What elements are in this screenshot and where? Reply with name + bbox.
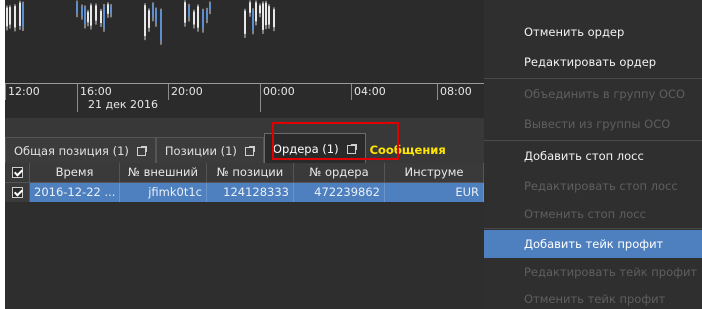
menu-item-edit-stop-loss[interactable]: Редактировать стоп лосс — [484, 172, 702, 200]
date-divider — [77, 98, 78, 112]
app-window: 12:00 16:00 20:00 00:00 04:00 08:00 21 д… — [0, 0, 702, 309]
menu-separator — [484, 228, 702, 229]
candle-body — [81, 6, 83, 16]
candle-body — [197, 6, 199, 28]
tab-positions[interactable]: Позиции (1) — [155, 137, 264, 163]
candle-body — [273, 9, 275, 28]
tab-label: Позиции (1) — [164, 143, 237, 158]
candle-body — [202, 10, 204, 29]
candle-body — [95, 5, 97, 21]
candle-body — [19, 2, 21, 26]
candle-body — [249, 2, 251, 13]
menu-item-cancel-take-profit[interactable]: Отменить тейк профит — [484, 285, 702, 309]
time-tick: 08:00 — [437, 84, 472, 100]
row-checkbox[interactable] — [11, 187, 23, 198]
popout-icon[interactable] — [136, 145, 147, 156]
candle-body — [22, 3, 24, 28]
cell-external-id[interactable]: jfimk0t1c — [120, 183, 207, 202]
candle-body — [244, 10, 246, 34]
candle-body — [184, 2, 186, 23]
candle-body — [152, 4, 154, 18]
menu-item-edit-order[interactable]: Редактировать ордер — [484, 48, 702, 76]
candle-body — [84, 7, 86, 25]
candle-body — [90, 5, 92, 26]
tab-label: Общая позиция (1) — [14, 143, 129, 158]
candle-body — [262, 3, 264, 30]
candle-body — [6, 7, 8, 27]
candle-body — [110, 6, 112, 14]
cell-time[interactable]: 2016-12-22 ... — [30, 183, 120, 202]
candle-body — [188, 5, 190, 18]
candle-body — [103, 6, 105, 28]
candle-body — [14, 6, 16, 28]
candle-body — [144, 5, 146, 37]
menu-item-leave-oco[interactable]: Вывести из группы ОСО — [484, 110, 702, 138]
tab-orders[interactable]: Ордера (1) — [263, 133, 366, 163]
candle-body — [100, 10, 102, 24]
date-divider — [260, 98, 261, 112]
orders-table: Время № внешний № позиции № ордера Инстр… — [5, 163, 484, 309]
tab-messages[interactable]: Сообщения — [366, 137, 454, 163]
cell-position-id[interactable]: 124128333 — [207, 183, 294, 202]
menu-separator — [484, 78, 702, 79]
tab-label: Ордера (1) — [272, 141, 339, 156]
table-header: Время № внешний № позиции № ордера Инстр… — [5, 163, 484, 183]
time-axis: 12:00 16:00 20:00 00:00 04:00 08:00 21 д… — [5, 83, 484, 118]
row-select-cell — [5, 183, 30, 202]
menu-separator — [484, 140, 702, 141]
candle-body — [148, 10, 150, 28]
column-header-order-id[interactable]: № ордера — [294, 163, 385, 183]
popout-icon[interactable] — [346, 143, 357, 154]
candle-body — [76, 2, 78, 14]
candle-body — [9, 7, 11, 25]
menu-item-cancel-stop-loss[interactable]: Отменить стоп лосс — [484, 200, 702, 228]
bottom-panel-tabbar: Общая позиция (1) Позиции (1) Ордера (1)… — [5, 118, 484, 163]
popout-icon[interactable] — [244, 145, 255, 156]
menu-item-cancel-order[interactable]: Отменить ордер — [484, 18, 702, 46]
column-header-position-id[interactable]: № позиции — [207, 163, 294, 183]
tab-label: Сообщения — [369, 143, 446, 157]
candle-body — [259, 5, 261, 14]
candle-body — [252, 10, 254, 31]
time-tick: 20:00 — [168, 84, 203, 100]
candle-body — [87, 11, 89, 23]
date-label: 21 дек 2016 — [88, 98, 159, 111]
price-chart[interactable]: 12:00 16:00 20:00 00:00 04:00 08:00 21 д… — [5, 0, 484, 118]
select-all-cell — [5, 163, 30, 182]
tab-strip: Общая позиция (1) Позиции (1) Ордера (1)… — [5, 133, 454, 163]
menu-item-add-take-profit[interactable]: Добавить тейк профит — [484, 230, 702, 258]
tab-total-position[interactable]: Общая позиция (1) — [5, 137, 156, 163]
menu-item-edit-take-profit[interactable]: Редактировать тейк профит — [484, 258, 702, 286]
cell-order-id[interactable]: 472239862 — [294, 183, 385, 202]
time-tick: 12:00 — [5, 84, 40, 100]
candle-body — [265, 2, 267, 26]
context-menu: Отменить ордер Редактировать ордер Объед… — [484, 0, 702, 309]
time-tick: 00:00 — [260, 84, 295, 100]
candle-body — [255, 2, 257, 22]
menu-item-add-stop-loss[interactable]: Добавить стоп лосс — [484, 142, 702, 170]
candle-body — [107, 4, 109, 14]
menu-item-join-oco[interactable]: Объединить в группу ОСО — [484, 80, 702, 108]
select-all-checkbox[interactable] — [11, 167, 23, 178]
candle-body — [160, 10, 162, 41]
column-header-instrument[interactable]: Инструме — [385, 163, 484, 183]
candle-body — [209, 3, 211, 11]
candle-body — [268, 6, 270, 25]
column-header-external-id[interactable]: № внешний — [120, 163, 207, 183]
cell-instrument[interactable]: EUR — [385, 183, 484, 202]
candle-body — [155, 9, 157, 23]
candle-body — [206, 9, 208, 20]
time-tick: 04:00 — [351, 84, 386, 100]
candle-body — [193, 11, 195, 25]
table-row[interactable]: 2016-12-22 ... jfimk0t1c 124128333 47223… — [5, 183, 484, 202]
column-header-time[interactable]: Время — [30, 163, 120, 183]
chart-plot-area[interactable] — [5, 0, 484, 83]
